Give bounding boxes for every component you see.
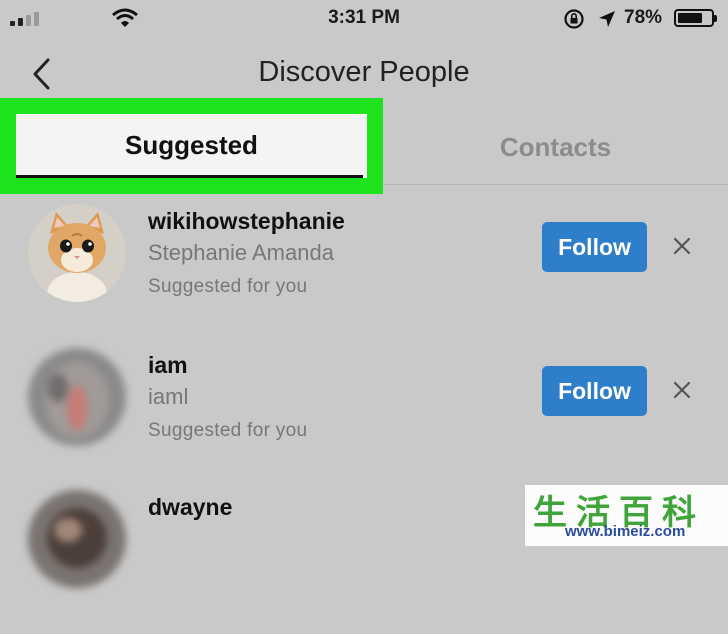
username[interactable]: iam (148, 352, 188, 379)
close-icon[interactable] (670, 378, 694, 402)
active-tab-indicator (16, 175, 363, 178)
suggestion-row: wikihowstephanie Stephanie Amanda Sugges… (0, 204, 728, 348)
location-arrow-icon (599, 11, 615, 27)
suggestion-reason: Suggested for you (148, 276, 308, 297)
tab-bar: Suggested Contacts (0, 98, 728, 194)
full-name: iaml (148, 384, 189, 409)
suggestion-reason: Suggested for you (148, 420, 308, 441)
follow-button[interactable]: Follow (542, 366, 647, 416)
username[interactable]: wikihowstephanie (148, 208, 345, 235)
tab-suggested-highlight: Suggested (0, 98, 383, 194)
blurred-avatar-image (28, 490, 126, 588)
battery-percent: 78% (624, 7, 663, 28)
battery-icon (674, 9, 717, 27)
avatar[interactable] (28, 348, 126, 446)
username[interactable]: dwayne (148, 494, 232, 521)
avatar[interactable] (28, 490, 126, 588)
avatar[interactable] (28, 204, 126, 302)
blurred-avatar-image (28, 348, 126, 446)
full-name: Stephanie Amanda (148, 240, 334, 265)
suggestion-row: iam iaml Suggested for you Follow (0, 348, 728, 492)
status-bar: 3:31 PM 78% (0, 0, 728, 38)
close-icon[interactable] (670, 234, 694, 258)
orientation-lock-icon (564, 9, 584, 29)
tab-contacts-label: Contacts (499, 132, 612, 162)
battery-level (678, 13, 703, 23)
watermark-url: www.bimeiz.com (565, 523, 686, 540)
status-time: 3:31 PM (328, 7, 400, 28)
watermark: 生活百科 www.bimeiz.com (525, 485, 728, 546)
tab-contacts[interactable]: Contacts (383, 112, 728, 182)
follow-button[interactable]: Follow (542, 222, 647, 272)
tab-suggested[interactable]: Suggested (16, 114, 367, 178)
tab-suggested-label: Suggested (125, 130, 258, 160)
kitten-avatar-image (28, 204, 126, 302)
page-title: Discover People (258, 56, 470, 88)
